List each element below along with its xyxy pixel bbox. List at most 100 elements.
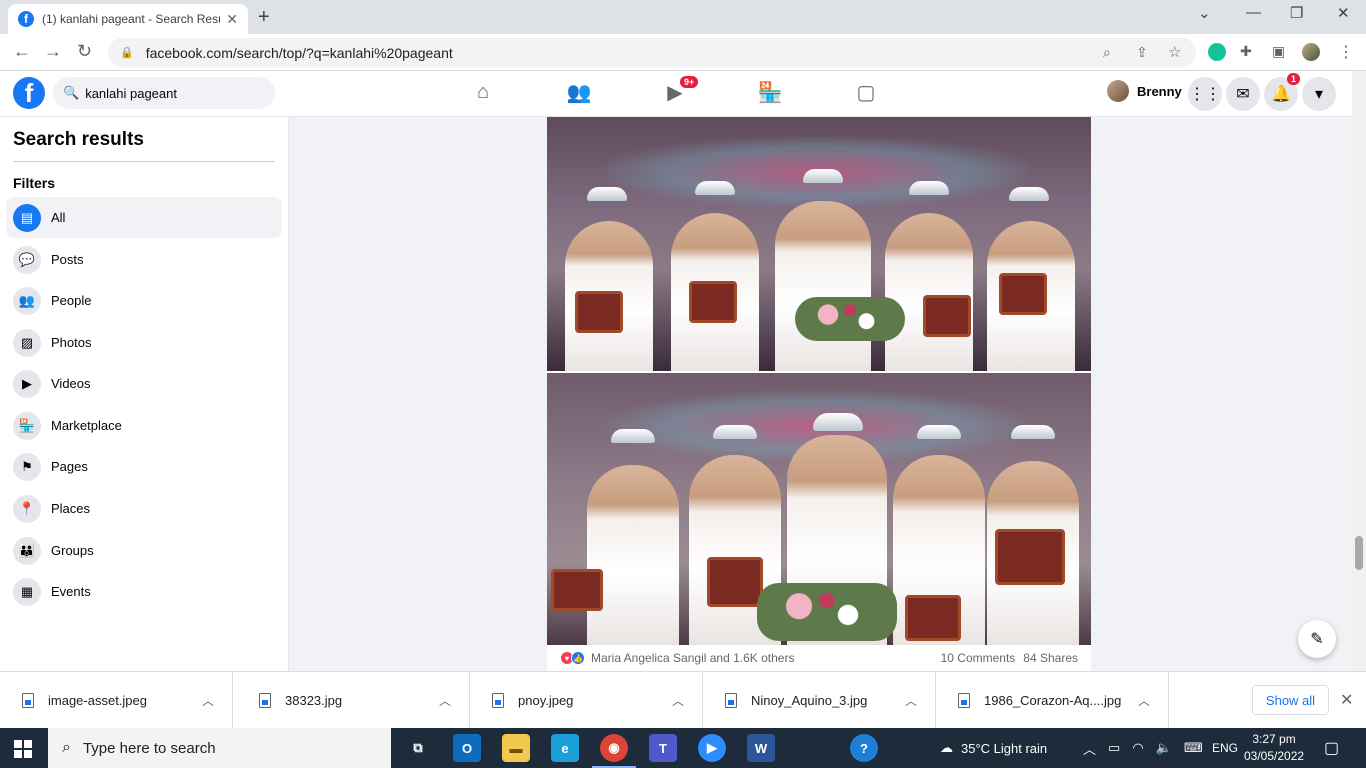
- page-title: Search results: [13, 129, 144, 150]
- chevron-up-icon[interactable]: ︿: [1083, 739, 1096, 758]
- side-panel-icon[interactable]: ▣: [1272, 43, 1285, 60]
- crown-shape: [1011, 425, 1055, 439]
- weather-widget[interactable]: ☁ 35°C Light rain: [940, 728, 1047, 768]
- filter-people[interactable]: 👥 People: [6, 280, 282, 321]
- reaction-icons[interactable]: ♥ 👍: [560, 651, 585, 665]
- crown-shape: [909, 181, 949, 195]
- post-photo-top[interactable]: [547, 117, 1091, 371]
- chrome-icon[interactable]: ◉: [592, 734, 636, 768]
- new-message-compose-icon[interactable]: ✎: [1298, 620, 1336, 658]
- chevron-up-icon[interactable]: ︿: [672, 692, 684, 709]
- photo-icon: ▨: [13, 328, 41, 357]
- minimize-button[interactable]: —: [1246, 4, 1261, 21]
- reload-icon[interactable]: ↻: [77, 41, 92, 62]
- page-scrollbar[interactable]: [1352, 71, 1366, 671]
- crown-shape: [587, 187, 627, 201]
- edge-icon[interactable]: e: [551, 734, 579, 762]
- download-item[interactable]: 1986_Corazon-Aq....jpg ︿: [936, 672, 1169, 729]
- facebook-search-box[interactable]: 🔍: [53, 77, 275, 109]
- friends-icon[interactable]: 👥: [566, 79, 592, 105]
- facebook-logo[interactable]: f: [13, 77, 45, 109]
- language-indicator[interactable]: ENG: [1212, 728, 1238, 768]
- restore-button[interactable]: ❐: [1290, 4, 1303, 22]
- task-view-icon[interactable]: ⧉: [404, 734, 432, 762]
- image-file-icon: [958, 693, 970, 708]
- outlook-icon[interactable]: O: [453, 734, 481, 762]
- post-photo-bottom[interactable]: [547, 373, 1091, 645]
- window-close-button[interactable]: ✕: [1337, 4, 1350, 22]
- notifications-center-icon[interactable]: ▢: [1324, 728, 1339, 768]
- search-icon: 🔍: [63, 85, 80, 100]
- chevron-up-icon[interactable]: ︿: [202, 692, 214, 709]
- calendar-icon: ▦: [13, 577, 41, 606]
- clock[interactable]: 3:27 pm 03/05/2022: [1244, 731, 1304, 765]
- gaming-icon[interactable]: ▢: [853, 79, 879, 105]
- download-filename: image-asset.jpeg: [48, 693, 147, 708]
- home-icon[interactable]: ⌂: [470, 79, 496, 105]
- like-reaction-icon: 👍: [571, 651, 585, 665]
- filter-photos[interactable]: ▨ Photos: [6, 322, 282, 363]
- filter-events[interactable]: ▦ Events: [6, 571, 282, 612]
- filter-videos[interactable]: ▶ Videos: [6, 363, 282, 404]
- bookmark-star-icon[interactable]: ☆: [1168, 43, 1181, 61]
- close-downloads-icon[interactable]: ✕: [1340, 690, 1353, 710]
- download-item[interactable]: pnoy.jpeg ︿: [470, 672, 703, 729]
- filter-all[interactable]: ▤ All: [6, 197, 282, 238]
- filter-marketplace[interactable]: 🏪 Marketplace: [6, 405, 282, 446]
- group-icon: 👪: [13, 536, 41, 565]
- reactions-text[interactable]: Maria Angelica Sangil and 1.6K others: [591, 651, 794, 665]
- download-item[interactable]: 38323.jpg ︿: [237, 672, 470, 729]
- tab-search-chevron-icon[interactable]: ⌄: [1198, 4, 1211, 22]
- taskbar-search-box[interactable]: ⌕ Type here to search: [48, 728, 391, 768]
- back-arrow-icon[interactable]: ←: [13, 41, 31, 62]
- grammarly-extension-icon[interactable]: [1208, 43, 1226, 61]
- windows-start-icon[interactable]: [14, 740, 32, 758]
- browser-tab[interactable]: f (1) kanlahi pageant - Search Resu ✕: [8, 4, 248, 34]
- chevron-up-icon[interactable]: ︿: [439, 692, 451, 709]
- filter-posts[interactable]: 💬 Posts: [6, 239, 282, 280]
- forward-arrow-icon[interactable]: →: [44, 41, 62, 62]
- tab-close-icon[interactable]: ✕: [226, 11, 238, 28]
- chevron-up-icon[interactable]: ︿: [905, 692, 917, 709]
- word-icon[interactable]: W: [747, 734, 775, 762]
- comments-count[interactable]: 10 Comments: [941, 651, 1016, 665]
- teams-icon[interactable]: T: [649, 734, 677, 762]
- chevron-up-icon[interactable]: ︿: [1138, 692, 1150, 709]
- zoom-search-icon[interactable]: ⌕: [1103, 44, 1111, 61]
- messenger-icon[interactable]: ✉: [1226, 77, 1260, 111]
- search-input[interactable]: [85, 85, 256, 101]
- award-plaque: [999, 273, 1047, 315]
- volume-icon[interactable]: 🔈: [1156, 740, 1172, 756]
- tab-title: (1) kanlahi pageant - Search Resu: [42, 12, 221, 26]
- help-icon[interactable]: ?: [850, 734, 878, 762]
- profile-shortcut[interactable]: Brenny: [1107, 80, 1182, 102]
- profile-avatar[interactable]: [1302, 43, 1320, 61]
- filter-groups[interactable]: 👪 Groups: [6, 530, 282, 571]
- chrome-menu-icon[interactable]: ⋮: [1338, 42, 1354, 62]
- marketplace-icon[interactable]: 🏪: [757, 79, 783, 105]
- filter-pages[interactable]: ⚑ Pages: [6, 446, 282, 487]
- download-item[interactable]: Ninoy_Aquino_3.jpg ︿: [703, 672, 936, 729]
- address-bar[interactable]: 🔒 facebook.com/search/top/?q=kanlahi%20p…: [108, 38, 1196, 67]
- scrollbar-thumb[interactable]: [1355, 536, 1363, 570]
- share-icon[interactable]: ⇪: [1136, 44, 1148, 61]
- new-tab-button[interactable]: +: [258, 6, 270, 29]
- menu-grid-icon[interactable]: ⋮⋮: [1188, 77, 1222, 111]
- shares-count[interactable]: 84 Shares: [1023, 651, 1078, 665]
- extensions-puzzle-icon[interactable]: ✚: [1240, 43, 1252, 60]
- show-all-button[interactable]: Show all: [1252, 685, 1329, 715]
- url-text: facebook.com/search/top/?q=kanlahi%20pag…: [145, 44, 453, 61]
- contestant-figure: [775, 201, 871, 371]
- zoom-icon[interactable]: ▶: [698, 734, 726, 762]
- keyboard-icon[interactable]: ⌨: [1184, 740, 1203, 756]
- battery-icon[interactable]: ▭: [1108, 740, 1120, 756]
- crown-shape: [813, 413, 863, 431]
- wifi-icon[interactable]: ◠: [1132, 740, 1143, 756]
- avatar: [1107, 80, 1129, 102]
- filter-places[interactable]: 📍 Places: [6, 488, 282, 529]
- file-explorer-icon[interactable]: ▬: [502, 734, 530, 762]
- account-chevron-icon[interactable]: ▾: [1302, 77, 1336, 111]
- store-icon: 🏪: [13, 411, 41, 440]
- download-item[interactable]: image-asset.jpeg ︿: [0, 672, 233, 729]
- weather-text: 35°C Light rain: [961, 740, 1048, 756]
